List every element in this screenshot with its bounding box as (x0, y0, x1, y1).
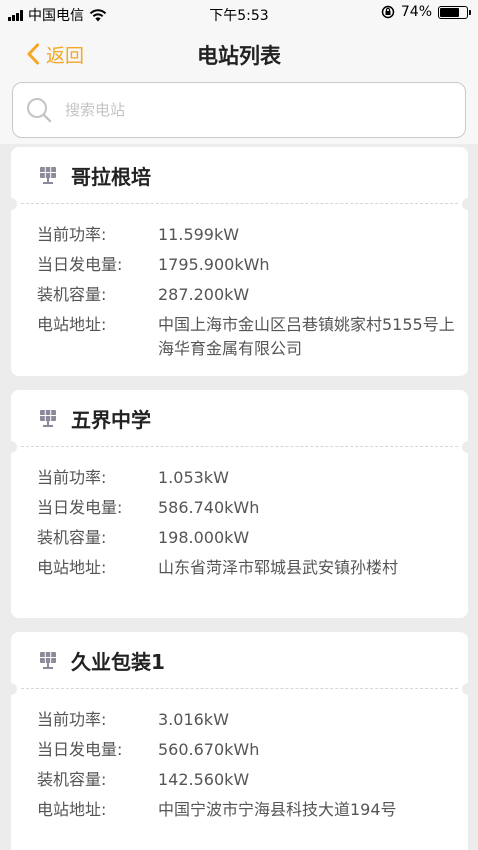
power-label: 当前功率: (37, 468, 107, 487)
solar-panel-icon (40, 410, 56, 427)
capacity-label: 装机容量: (37, 770, 107, 789)
power-value: 3.016kW (158, 710, 229, 729)
card-divider (5, 441, 474, 453)
daily-energy-row: 当日发电量: 586.740kWh (37, 493, 468, 523)
solar-panel-icon (40, 652, 56, 669)
card-header: 哥拉根培 (11, 147, 468, 203)
capacity-row: 装机容量: 142.560kW (37, 765, 468, 795)
card-divider (5, 683, 474, 695)
daily-energy-value: 560.670kWh (158, 740, 260, 759)
search-input[interactable] (65, 101, 445, 119)
address-value: 山东省菏泽市郓城县武安镇孙楼村 (158, 558, 399, 577)
capacity-value: 198.000kW (158, 528, 250, 547)
daily-energy-row: 当日发电量: 560.670kWh (37, 735, 468, 765)
status-right: 74% (381, 4, 471, 20)
power-label: 当前功率: (37, 225, 107, 244)
address-row: 电站地址: 中国上海市金山区吕巷镇姚家村5155号上海华育金属有限公司 (37, 310, 468, 361)
search-box[interactable] (12, 82, 466, 138)
address-row: 电站地址: 中国宁波市宁海县科技大道194号 (37, 795, 468, 825)
station-card[interactable]: 久业包装1 当前功率: 3.016kW 当日发电量: 560.670kWh 装机… (5, 632, 474, 850)
nav-bar: 返回 电站列表 (0, 28, 478, 80)
station-name: 哥拉根培 (71, 164, 151, 189)
capacity-label: 装机容量: (37, 528, 107, 547)
address-label: 电站地址: (37, 315, 107, 334)
capacity-row: 装机容量: 198.000kW (37, 523, 468, 553)
solar-panel-icon (40, 167, 56, 184)
card-header: 久业包装1 (11, 632, 468, 688)
battery-percent: 74% (400, 4, 432, 20)
address-label: 电站地址: (37, 800, 107, 819)
power-row: 当前功率: 11.599kW (37, 220, 468, 250)
card-divider (5, 198, 474, 210)
address-label: 电站地址: (37, 558, 107, 577)
station-card[interactable]: 哥拉根培 当前功率: 11.599kW 当日发电量: 1795.900kWh 装… (5, 147, 474, 376)
address-row: 电站地址: 山东省菏泽市郓城县武安镇孙楼村 (37, 553, 468, 583)
card-body: 当前功率: 11.599kW 当日发电量: 1795.900kWh 装机容量: … (11, 204, 468, 361)
card-body: 当前功率: 1.053kW 当日发电量: 586.740kWh 装机容量: 19… (11, 447, 468, 583)
station-card[interactable]: 五界中学 当前功率: 1.053kW 当日发电量: 586.740kWh 装机容… (5, 390, 474, 618)
power-label: 当前功率: (37, 710, 107, 729)
capacity-row: 装机容量: 287.200kW (37, 280, 468, 310)
power-value: 11.599kW (158, 225, 240, 244)
station-name: 久业包装1 (71, 649, 165, 674)
power-row: 当前功率: 3.016kW (37, 705, 468, 735)
station-name: 五界中学 (71, 407, 151, 432)
daily-energy-value: 1795.900kWh (158, 255, 270, 274)
orientation-lock-icon (381, 5, 395, 19)
capacity-label: 装机容量: (37, 285, 107, 304)
capacity-value: 142.560kW (158, 770, 250, 789)
card-body: 当前功率: 3.016kW 当日发电量: 560.670kWh 装机容量: 14… (11, 689, 468, 825)
page-title: 电站列表 (197, 44, 281, 68)
power-row: 当前功率: 1.053kW (37, 463, 468, 493)
power-value: 1.053kW (158, 468, 229, 487)
address-value: 中国宁波市宁海县科技大道194号 (158, 800, 397, 819)
daily-energy-row: 当日发电量: 1795.900kWh (37, 250, 468, 280)
battery-icon (438, 5, 471, 19)
daily-energy-label: 当日发电量: (37, 498, 123, 517)
daily-energy-label: 当日发电量: (37, 740, 123, 759)
search-area (0, 80, 478, 144)
address-value: 中国上海市金山区吕巷镇姚家村5155号上海华育金属有限公司 (158, 315, 455, 358)
status-bar: 中国电信 下午5:53 74% (0, 0, 478, 28)
daily-energy-value: 586.740kWh (158, 498, 260, 517)
search-icon (27, 98, 52, 123)
capacity-value: 287.200kW (158, 285, 250, 304)
card-header: 五界中学 (11, 390, 468, 446)
daily-energy-label: 当日发电量: (37, 255, 123, 274)
